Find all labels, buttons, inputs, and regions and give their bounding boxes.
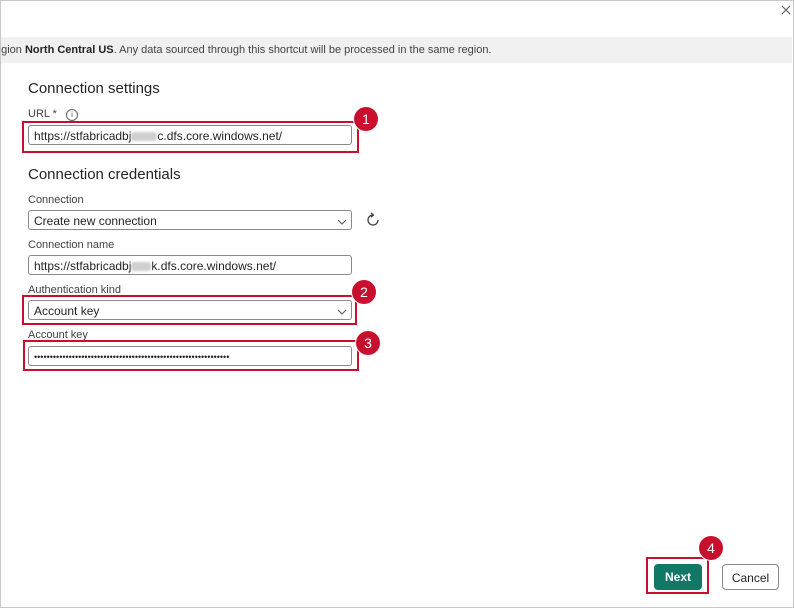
highlight-box-4 bbox=[646, 557, 709, 594]
highlight-box-2 bbox=[22, 295, 357, 325]
required-mark: * bbox=[52, 108, 57, 120]
region-info-banner: egion North Central US. Any data sourced… bbox=[1, 37, 792, 63]
url-label: URL * bbox=[28, 108, 57, 120]
cancel-button[interactable]: Cancel bbox=[722, 564, 779, 590]
info-icon[interactable]: i bbox=[66, 109, 78, 121]
highlight-box-1 bbox=[22, 121, 359, 153]
annotation-badge-4: 4 bbox=[699, 536, 723, 560]
highlight-box-3 bbox=[23, 340, 359, 371]
banner-suffix: . Any data sourced through this shortcut… bbox=[113, 44, 492, 56]
redacted-text bbox=[131, 262, 152, 272]
connection-settings-title: Connection settings bbox=[28, 80, 160, 97]
url-label-text: URL bbox=[28, 108, 50, 120]
banner-prefix: egion bbox=[1, 44, 22, 56]
connection-name-input[interactable]: https://stfabricadbj k.dfs.core.windows.n… bbox=[28, 255, 352, 275]
chevron-down-icon bbox=[337, 213, 347, 225]
connection-dropdown[interactable]: Create new connection bbox=[28, 210, 352, 230]
annotation-badge-1: 1 bbox=[354, 107, 378, 131]
connection-name-label: Connection name bbox=[28, 239, 115, 251]
banner-region: North Central US bbox=[24, 44, 114, 56]
annotation-badge-2: 2 bbox=[352, 280, 376, 304]
connection-name-start: https://stfabricadbj bbox=[34, 259, 132, 273]
connection-name-end: k.dfs.core.windows.net/ bbox=[151, 259, 277, 273]
connection-credentials-title: Connection credentials bbox=[28, 166, 181, 183]
close-icon[interactable] bbox=[780, 4, 794, 20]
annotation-badge-3: 3 bbox=[356, 331, 380, 355]
connection-value: Create new connection bbox=[34, 214, 157, 228]
connection-label: Connection bbox=[28, 194, 84, 206]
refresh-icon[interactable] bbox=[364, 211, 382, 229]
